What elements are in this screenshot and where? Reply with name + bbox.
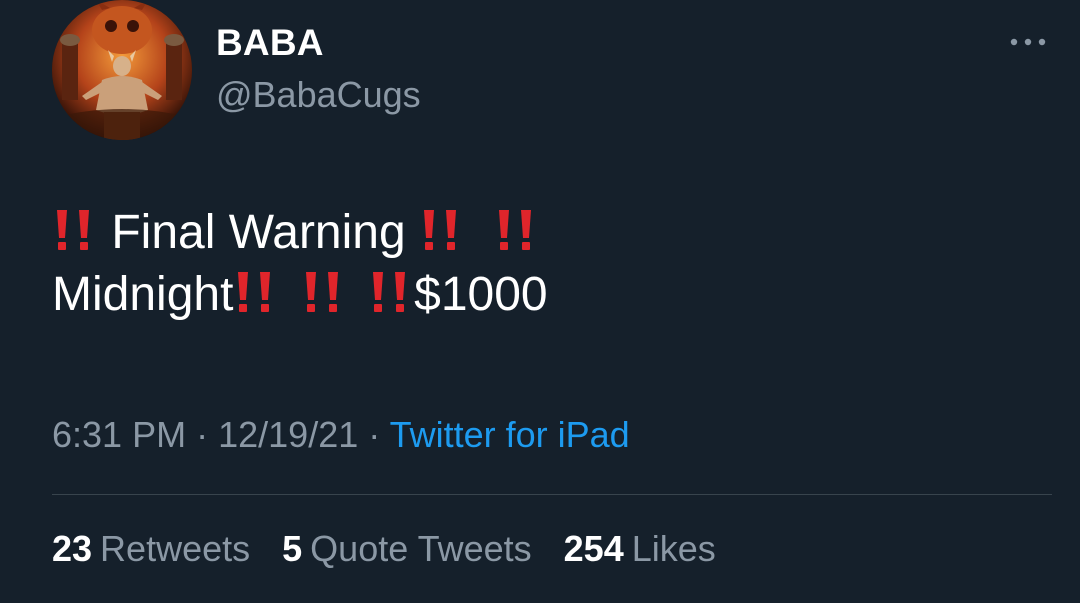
tweet-date[interactable]: 12/19/21 bbox=[218, 414, 358, 455]
meta-separator: · bbox=[196, 414, 209, 455]
tweet-text-final-warning: Final Warning bbox=[111, 206, 406, 259]
likes-stat[interactable]: 254 Likes bbox=[564, 528, 716, 570]
likes-label: Likes bbox=[631, 528, 716, 569]
more-horizontal-icon bbox=[1010, 38, 1046, 46]
tweet-stats: 23 Retweets 5 Quote Tweets 254 Likes bbox=[52, 528, 738, 570]
double-exclamation-emoji bbox=[52, 208, 98, 252]
tweet-text-midnight: Midnight bbox=[52, 268, 234, 321]
user-handle[interactable]: @BabaCugs bbox=[216, 74, 421, 116]
retweets-stat[interactable]: 23 Retweets bbox=[52, 528, 250, 570]
quote-tweets-stat[interactable]: 5 Quote Tweets bbox=[282, 528, 532, 570]
quote-tweets-count: 5 bbox=[282, 528, 303, 569]
double-exclamation-emoji bbox=[368, 270, 414, 314]
likes-count: 254 bbox=[563, 528, 624, 569]
more-options-button[interactable] bbox=[1000, 22, 1056, 62]
demon-figure-avatar[interactable] bbox=[52, 0, 192, 140]
double-exclamation-emoji bbox=[419, 208, 465, 252]
meta-separator: · bbox=[368, 414, 381, 455]
tweet-text: Final Warning Midnight $1000 bbox=[52, 202, 1052, 326]
divider bbox=[52, 494, 1052, 495]
double-exclamation-emoji bbox=[494, 208, 540, 252]
double-exclamation-emoji bbox=[233, 270, 279, 314]
double-exclamation-emoji bbox=[301, 270, 347, 314]
tweet-text-amount: $1000 bbox=[414, 268, 548, 321]
tweet-card: BABA @BabaCugs Final Warning Midnight $1… bbox=[0, 0, 1080, 603]
tweet-text-line-2: Midnight $1000 bbox=[52, 264, 1052, 326]
tweet-source-link[interactable]: Twitter for iPad bbox=[390, 414, 630, 455]
retweets-label: Retweets bbox=[100, 528, 251, 569]
tweet-text-line-1: Final Warning bbox=[52, 202, 1052, 264]
quote-tweets-label: Quote Tweets bbox=[310, 528, 532, 569]
retweets-count: 23 bbox=[52, 528, 93, 569]
tweet-metadata: 6:31 PM · 12/19/21 · Twitter for iPad bbox=[52, 414, 630, 456]
display-name[interactable]: BABA bbox=[216, 22, 324, 64]
tweet-time[interactable]: 6:31 PM bbox=[52, 414, 186, 455]
